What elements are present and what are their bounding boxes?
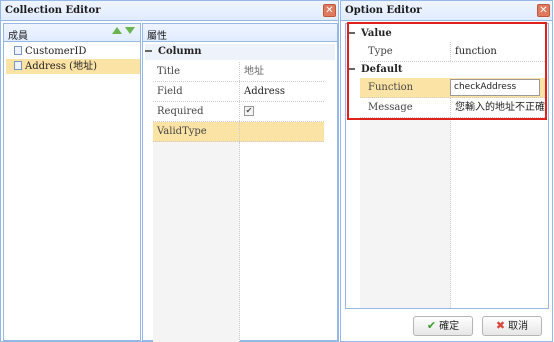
properties-panel: 屬性 Column Title 地址 Field Address Require… (142, 23, 338, 342)
property-name: Title (157, 66, 181, 77)
property-value[interactable] (239, 122, 324, 141)
collapse-icon[interactable] (348, 31, 355, 34)
group-label: Value (361, 28, 392, 39)
option-editor-window: Option Editor ✕ Value Type function Defa… (340, 0, 553, 342)
property-value[interactable]: 地址 (239, 62, 324, 81)
function-input[interactable]: checkAddress (450, 79, 540, 96)
option-name: Type (368, 46, 393, 57)
property-row-required[interactable]: Required ✔ (153, 102, 324, 122)
grid-column-shade (153, 142, 240, 342)
member-item-address[interactable]: Address (地址) (6, 59, 140, 74)
property-name: Field (157, 86, 183, 97)
properties-panel-header: 屬性 (143, 24, 337, 42)
option-name: Function (368, 82, 414, 93)
cancel-label: 取消 (508, 321, 529, 332)
members-panel: 成員 CustomerID Address (地址) (3, 23, 141, 341)
collection-editor-window: Collection Editor ✕ 成員 CustomerID Addres… (0, 0, 339, 342)
move-down-icon[interactable] (125, 27, 135, 34)
collection-editor-title: Collection Editor (5, 5, 101, 16)
property-value[interactable]: ✔ (239, 102, 324, 121)
option-row-message[interactable]: Message 您輸入的地址不正確 (360, 98, 545, 118)
option-editor-titlebar[interactable]: Option Editor ✕ (341, 1, 552, 21)
property-row-validtype[interactable]: ValidType (153, 122, 324, 142)
property-row-field[interactable]: Field Address (153, 82, 324, 102)
group-default[interactable]: Default (348, 62, 546, 78)
cancel-button[interactable]: ✖ 取消 (482, 316, 542, 336)
check-icon: ✔ (426, 319, 437, 332)
checkbox[interactable]: ✔ (244, 105, 254, 116)
option-row-type[interactable]: Type function (360, 42, 545, 62)
properties-header-label: 屬性 (147, 31, 167, 42)
collapse-icon[interactable] (145, 49, 152, 52)
document-icon (14, 61, 22, 70)
member-label: Address (地址) (25, 61, 97, 72)
property-value[interactable]: Address (239, 82, 324, 101)
option-value[interactable]: function (450, 42, 545, 61)
collapse-icon[interactable] (348, 67, 355, 70)
close-icon[interactable]: ✕ (323, 4, 336, 17)
option-property-grid: Value Type function Default Function che… (345, 23, 549, 309)
member-label: CustomerID (25, 46, 87, 57)
group-value[interactable]: Value (348, 26, 546, 42)
move-up-icon[interactable] (112, 27, 122, 34)
property-grid: Title 地址 Field Address Required ✔ ValidT… (153, 62, 324, 342)
document-icon (14, 46, 22, 55)
collection-editor-titlebar[interactable]: Collection Editor ✕ (1, 1, 338, 21)
option-name: Message (368, 102, 413, 113)
close-icon[interactable]: ✕ (537, 4, 550, 17)
property-name: Required (157, 106, 204, 117)
member-item-customerid[interactable]: CustomerID (14, 44, 138, 59)
group-column[interactable]: Column (145, 44, 335, 60)
property-row-title[interactable]: Title 地址 (153, 62, 324, 82)
group-label: Default (361, 64, 403, 75)
group-label: Column (158, 46, 202, 57)
members-header-label: 成員 (8, 31, 28, 42)
option-editor-title: Option Editor (345, 5, 422, 16)
option-grid-empty-shade (360, 118, 451, 308)
cancel-icon: ✖ (495, 319, 506, 332)
property-name: ValidType (157, 126, 207, 137)
option-row-function[interactable]: Function checkAddress (360, 78, 545, 98)
members-panel-header: 成員 (4, 24, 140, 42)
ok-label: 確定 (439, 321, 460, 332)
ok-button[interactable]: ✔ 確定 (413, 316, 473, 336)
option-value[interactable]: 您輸入的地址不正確 (450, 98, 545, 117)
